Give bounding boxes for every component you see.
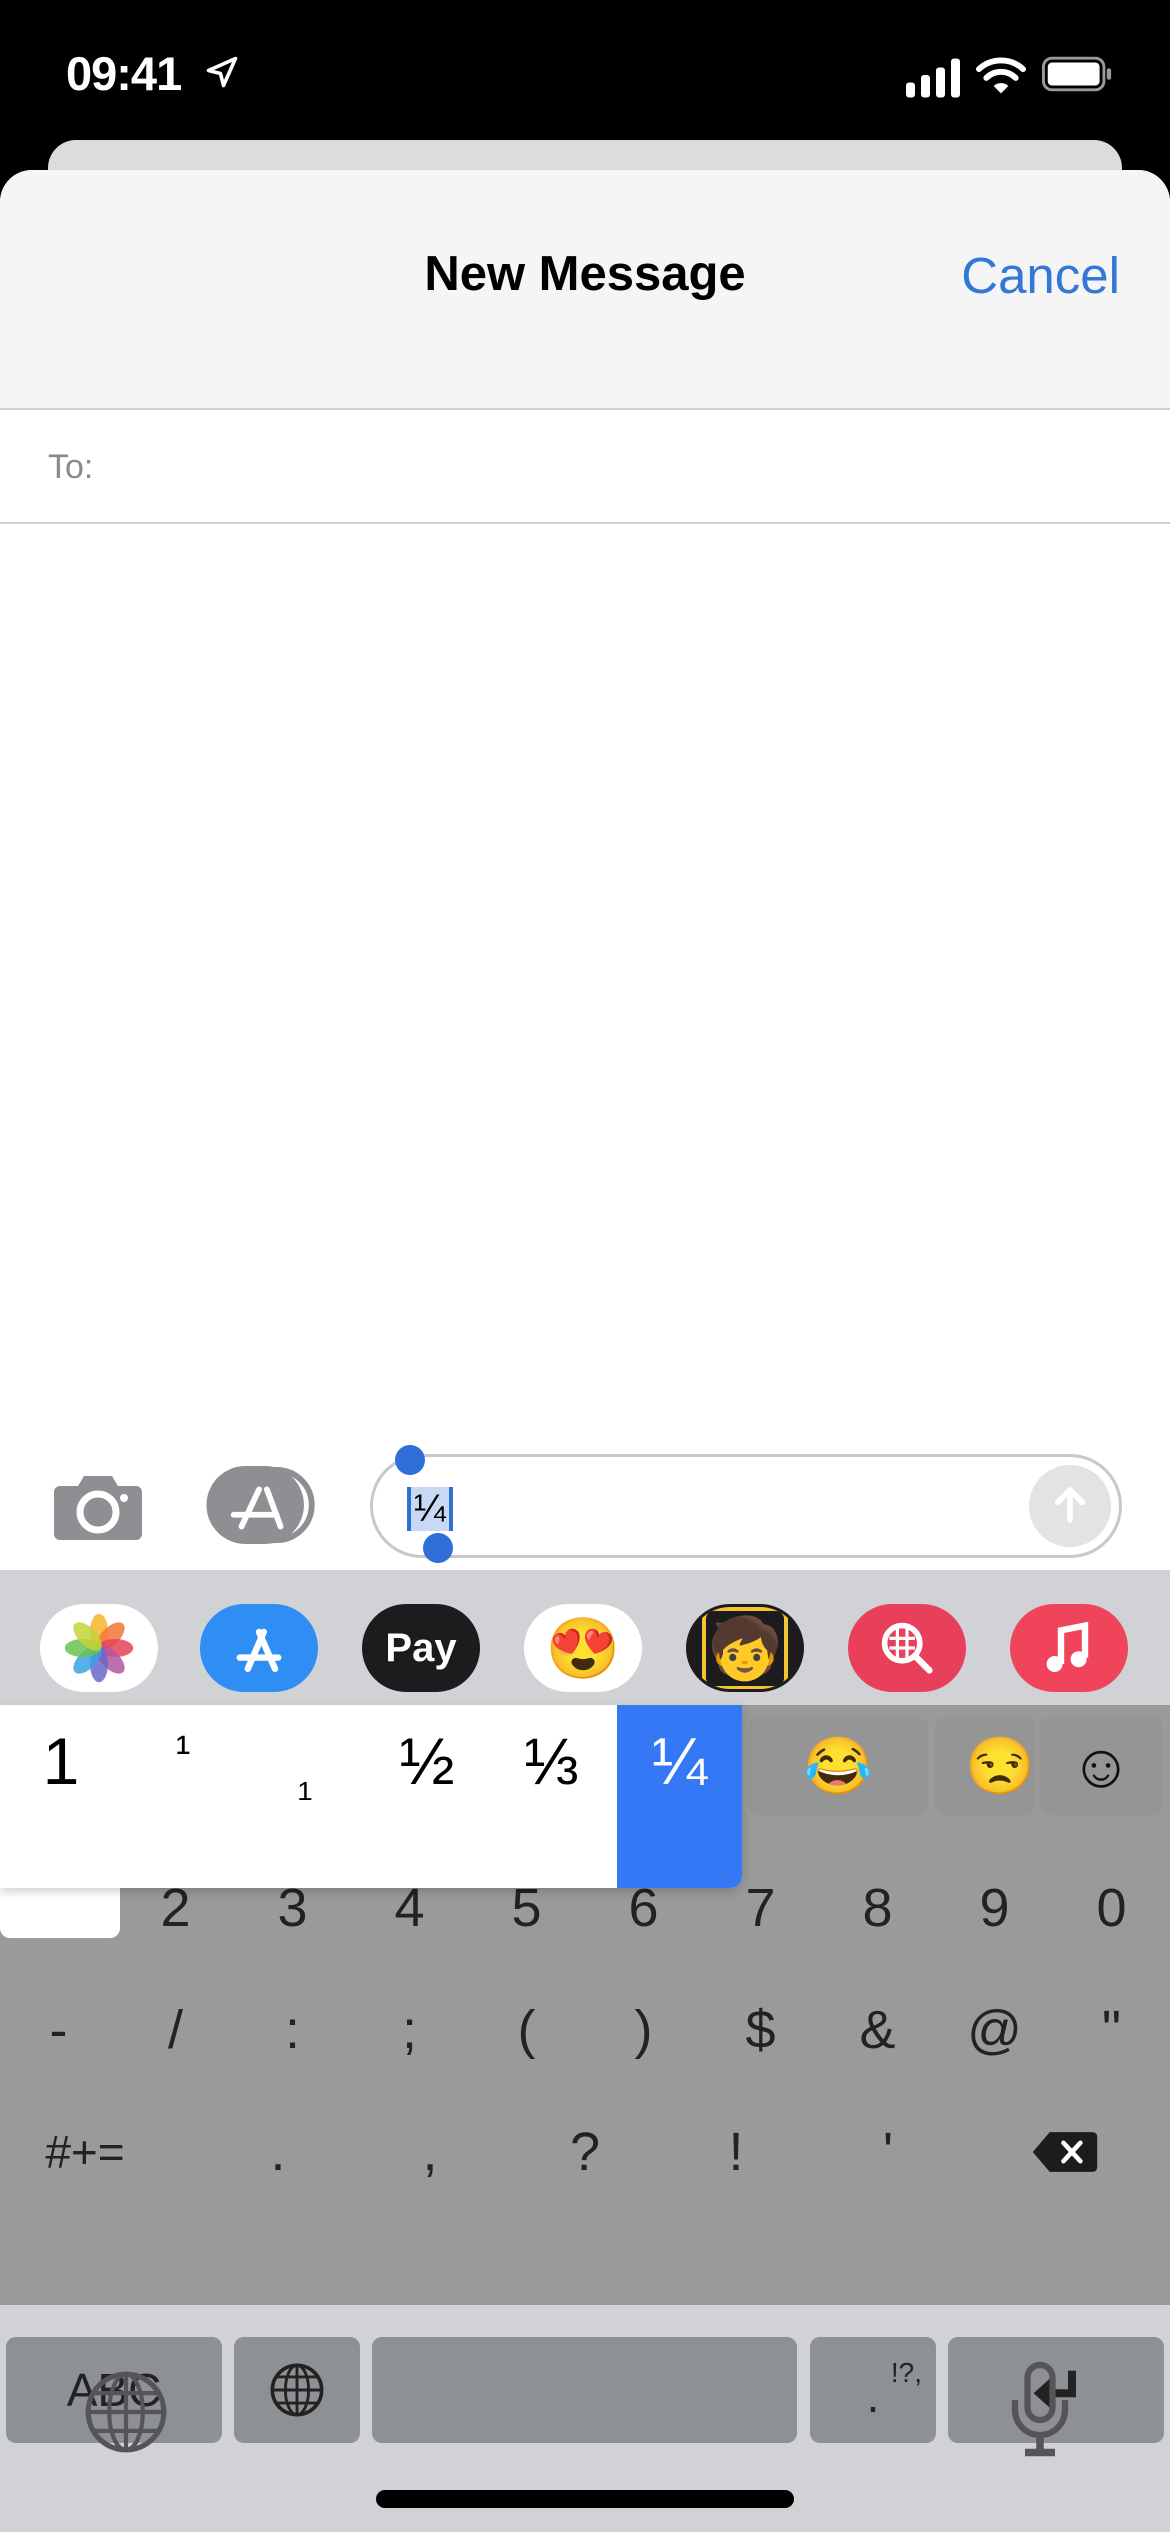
key-question[interactable]: ? (525, 2097, 645, 2207)
emoji-icon: ☺ (1069, 1731, 1133, 1801)
imessage-app-strip: Pay 😍 🧒 (0, 1570, 1170, 1705)
new-message-sheet: New Message Cancel To: (0, 170, 1170, 1570)
popup-option-selected[interactable]: ¼ (617, 1705, 742, 1888)
recipient-row: To: (0, 412, 1170, 524)
to-label: To: (48, 448, 94, 486)
location-arrow-icon (206, 56, 238, 88)
popup-option[interactable]: ½ (366, 1705, 488, 1888)
recipient-input[interactable] (120, 432, 1120, 504)
app-app-store[interactable] (200, 1604, 318, 1692)
app-music[interactable] (1010, 1604, 1128, 1692)
space-key[interactable] (372, 2337, 797, 2443)
wifi-icon (976, 57, 1026, 94)
key-ampersand[interactable]: & (819, 1975, 936, 2085)
apple-pay-label: Pay (385, 1625, 457, 1670)
popup-stem (0, 1880, 120, 1938)
key-9[interactable]: 9 (936, 1853, 1053, 1963)
period-alt-label: !?, (890, 2357, 922, 2388)
memoji-stickers-icon: 😍 (545, 1614, 621, 1682)
emoji-suggestion[interactable]: 😂 (748, 1717, 928, 1815)
send-button[interactable] (1029, 1465, 1111, 1547)
microphone-icon[interactable] (1010, 2360, 1070, 2460)
key-exclamation[interactable]: ! (676, 2097, 796, 2207)
status-time: 09:41 (66, 47, 182, 100)
photos-icon (64, 1613, 134, 1683)
alternate-characters-popup: 1 ¹ ₁ ½ ⅓ ¼ (0, 1705, 742, 1888)
cellular-signal-icon (906, 58, 960, 98)
nav-header: New Message Cancel (0, 170, 1170, 410)
emoji-keyboard-button[interactable]: ☺ (1040, 1717, 1162, 1815)
popup-option[interactable]: ⅓ (490, 1705, 612, 1888)
period-key[interactable]: !?, . (810, 2337, 936, 2443)
key-apostrophe[interactable]: ' (828, 2097, 948, 2207)
status-bar: 09:41 (0, 0, 1170, 140)
key-dollar[interactable]: $ (702, 1975, 819, 2085)
popup-option-subscript[interactable]: ₁ (244, 1705, 366, 1888)
app-web-images[interactable] (848, 1604, 966, 1692)
selection-start-handle[interactable] (395, 1445, 425, 1475)
bottom-key-row: ABC !?, . (0, 2337, 1170, 2447)
selection-end-handle[interactable] (423, 1533, 453, 1563)
popup-option[interactable]: 1 (0, 1705, 122, 1888)
memoji-icon: 🧒 (701, 1607, 789, 1689)
period-label: . (866, 2370, 880, 2422)
globe-icon (270, 2363, 324, 2417)
app-apple-pay[interactable]: Pay (362, 1604, 480, 1692)
app-memoji[interactable]: 🧒 (686, 1604, 804, 1692)
delete-backspace-icon (1032, 2132, 1098, 2172)
image-search-icon (881, 1622, 933, 1674)
key-slash[interactable]: / (117, 1975, 234, 2085)
key-open-paren[interactable]: ( (468, 1975, 585, 2085)
key-semicolon[interactable]: ; (351, 1975, 468, 2085)
key-8[interactable]: 8 (819, 1853, 936, 1963)
camera-icon[interactable] (52, 1470, 144, 1542)
key-comma[interactable]: , (370, 2097, 490, 2207)
key-at[interactable]: @ (936, 1975, 1053, 2085)
battery-icon (1042, 56, 1112, 92)
message-area (0, 526, 1170, 1570)
app-store-icon (236, 1628, 282, 1672)
globe-icon[interactable] (84, 2370, 168, 2454)
arrow-up-icon (1054, 1486, 1086, 1523)
app-store-icon[interactable] (206, 1466, 320, 1544)
globe-key[interactable] (234, 2337, 360, 2443)
key-period[interactable]: . (218, 2097, 338, 2207)
app-memoji-stickers[interactable]: 😍 (524, 1604, 642, 1692)
cancel-button[interactable]: Cancel (961, 246, 1120, 305)
delete-key[interactable] (990, 2097, 1140, 2207)
key-0[interactable]: 0 (1053, 1853, 1170, 1963)
symbol-row: - / : ; ( ) $ & @ " (0, 1975, 1170, 2085)
message-input[interactable]: ¼ (370, 1445, 1122, 1563)
selected-text[interactable]: ¼ (407, 1487, 453, 1531)
popup-option-superscript[interactable]: ¹ (122, 1705, 244, 1888)
emoji-suggestion[interactable]: 😒 (935, 1717, 1035, 1815)
key-close-paren[interactable]: ) (585, 1975, 702, 2085)
key-quote[interactable]: " (1053, 1975, 1170, 2085)
home-indicator[interactable] (376, 2490, 794, 2508)
music-note-icon (1046, 1621, 1089, 1672)
key-hyphen[interactable]: - (0, 1975, 117, 2085)
punctuation-row: #+= . , ? ! ' (0, 2097, 1170, 2207)
key-colon[interactable]: : (234, 1975, 351, 2085)
app-photos[interactable] (40, 1604, 158, 1692)
more-symbols-key[interactable]: #+= (10, 2097, 160, 2207)
